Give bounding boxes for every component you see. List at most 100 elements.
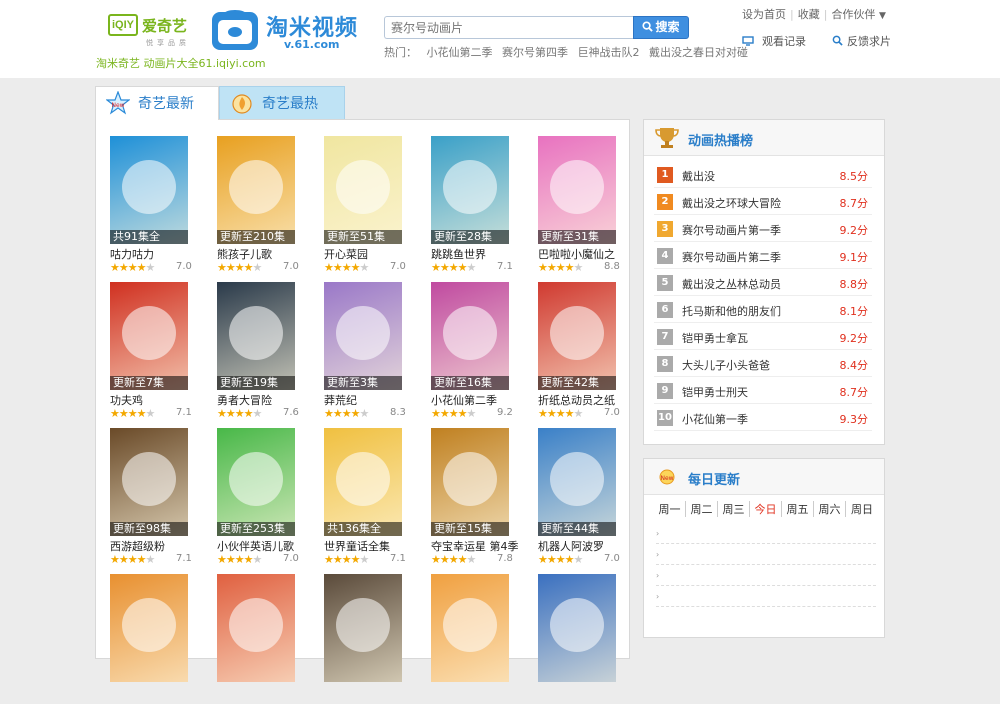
feedback-link[interactable]: 反馈求片: [832, 33, 891, 49]
video-card[interactable]: 更新至15集 夺宝幸运星 第4季 ★★★★★ 7.8: [417, 412, 519, 566]
ranking-row[interactable]: 3 赛尔号动画片第一季 9.2分: [654, 216, 872, 242]
video-card[interactable]: [203, 558, 295, 704]
watch-history-link[interactable]: 观看记录: [742, 33, 806, 49]
weekday-tab[interactable]: 今日: [750, 501, 782, 517]
video-card[interactable]: 更新至42集 折纸总动员之纸 ★★★★★ 7.0: [524, 266, 620, 420]
video-poster[interactable]: [431, 574, 509, 682]
video-title[interactable]: 熊孩子儿歌: [217, 246, 317, 262]
weekday-tab[interactable]: 周三: [718, 501, 750, 517]
video-card[interactable]: 更新至7集 功夫鸡 ★★★★★ 7.1: [96, 266, 192, 420]
video-title[interactable]: 夺宝幸运星 第4季: [431, 538, 531, 554]
video-card[interactable]: 共91集全 咕力咕力 ★★★★★ 7.0: [96, 120, 192, 274]
taomi-logo[interactable]: 淘米视频 v.61.com: [212, 8, 372, 52]
weekday-tab[interactable]: 周六: [814, 501, 846, 517]
video-poster[interactable]: 更新至28集: [431, 136, 509, 244]
site-tagline[interactable]: 淘米奇艺 动画片大全61.iqiyi.com: [96, 55, 266, 71]
ranking-row[interactable]: 1 戴出没 8.5分: [654, 162, 872, 188]
video-title[interactable]: 跳跳鱼世界: [431, 246, 531, 262]
search-input[interactable]: [384, 16, 634, 39]
video-poster[interactable]: [217, 574, 295, 682]
video-card[interactable]: 更新至210集 熊孩子儿歌 ★★★★★ 7.0: [203, 120, 299, 274]
video-title[interactable]: 世界童话全集: [324, 538, 424, 554]
video-card[interactable]: 更新至16集 小花仙第二季 ★★★★★ 9.2: [417, 266, 513, 420]
video-title[interactable]: 勇者大冒险: [217, 392, 317, 408]
video-card[interactable]: [524, 558, 616, 704]
video-poster[interactable]: 更新至19集: [217, 282, 295, 390]
video-title[interactable]: 功夫鸡: [110, 392, 210, 408]
rank-title[interactable]: 大头儿子小头爸爸: [682, 357, 770, 373]
rank-title[interactable]: 戴出没之环球大冒险: [682, 195, 781, 211]
rank-title[interactable]: 托马斯和他的朋友们: [682, 303, 781, 319]
video-title[interactable]: 小伙伴英语儿歌: [217, 538, 317, 554]
tab-hottest[interactable]: 奇艺最热: [219, 86, 345, 120]
hot-link[interactable]: 巨神战击队2: [578, 46, 640, 59]
tab-latest[interactable]: New 奇艺最新: [95, 86, 219, 120]
video-title[interactable]: 巴啦啦小魔仙之: [538, 246, 638, 262]
video-card[interactable]: [310, 558, 402, 704]
video-title[interactable]: 西游超级粉: [110, 538, 210, 554]
video-poster[interactable]: 更新至44集: [538, 428, 616, 536]
video-card[interactable]: 更新至253集 小伙伴英语儿歌 ★★★★★ 7.0: [203, 412, 299, 566]
video-card[interactable]: [417, 558, 509, 704]
rank-title[interactable]: 铠甲勇士刑天: [682, 384, 748, 400]
hot-link[interactable]: 赛尔号第四季: [502, 46, 568, 59]
video-card[interactable]: 更新至51集 开心菜园 ★★★★★ 7.0: [310, 120, 406, 274]
video-title[interactable]: 折纸总动员之纸: [538, 392, 638, 408]
ranking-row[interactable]: 4 赛尔号动画片第二季 9.1分: [654, 243, 872, 269]
ranking-row[interactable]: 5 戴出没之丛林总动员 8.8分: [654, 270, 872, 296]
rank-title[interactable]: 戴出没之丛林总动员: [682, 276, 781, 292]
video-title[interactable]: 咕力咕力: [110, 246, 210, 262]
video-card[interactable]: 共136集全 世界童话全集 ★★★★★ 7.1: [310, 412, 406, 566]
rank-title[interactable]: 赛尔号动画片第二季: [682, 249, 781, 265]
daily-list-item[interactable]: ›: [656, 523, 876, 544]
ranking-row[interactable]: 7 铠甲勇士拿瓦 9.2分: [654, 324, 872, 350]
video-poster[interactable]: [110, 574, 188, 682]
video-poster[interactable]: 共91集全: [110, 136, 188, 244]
video-card[interactable]: 更新至98集 西游超级粉 ★★★★★ 7.1: [96, 412, 192, 566]
video-title[interactable]: 机器人阿波罗: [538, 538, 638, 554]
weekday-tab[interactable]: 周二: [686, 501, 718, 517]
video-card[interactable]: 更新至19集 勇者大冒险 ★★★★★ 7.6: [203, 266, 299, 420]
video-title[interactable]: 莽荒纪: [324, 392, 424, 408]
video-poster[interactable]: 更新至3集: [324, 282, 402, 390]
video-card[interactable]: [96, 558, 188, 704]
weekday-tab[interactable]: 周一: [654, 501, 686, 517]
partners-link[interactable]: 合作伙伴 ▼: [831, 8, 885, 21]
rank-title[interactable]: 戴出没: [682, 168, 715, 184]
video-poster[interactable]: 更新至210集: [217, 136, 295, 244]
ranking-row[interactable]: 9 铠甲勇士刑天 8.7分: [654, 378, 872, 404]
video-poster[interactable]: 更新至253集: [217, 428, 295, 536]
video-poster[interactable]: 更新至15集: [431, 428, 509, 536]
rank-title[interactable]: 小花仙第一季: [682, 411, 748, 427]
weekday-tab[interactable]: 周日: [846, 501, 878, 517]
set-homepage-link[interactable]: 设为首页: [742, 8, 786, 21]
ranking-row[interactable]: 8 大头儿子小头爸爸 8.4分: [654, 351, 872, 377]
rank-title[interactable]: 铠甲勇士拿瓦: [682, 330, 748, 346]
video-poster[interactable]: 更新至98集: [110, 428, 188, 536]
video-card[interactable]: 更新至28集 跳跳鱼世界 ★★★★★ 7.1: [417, 120, 513, 274]
video-poster[interactable]: 更新至7集: [110, 282, 188, 390]
video-title[interactable]: 小花仙第二季: [431, 392, 531, 408]
search-button[interactable]: 搜索: [633, 16, 689, 39]
video-card[interactable]: 更新至31集 巴啦啦小魔仙之 ★★★★★ 8.8: [524, 120, 620, 274]
rank-title[interactable]: 赛尔号动画片第一季: [682, 222, 781, 238]
video-card[interactable]: 更新至3集 莽荒纪 ★★★★★ 8.3: [310, 266, 406, 420]
video-poster[interactable]: 更新至16集: [431, 282, 509, 390]
video-poster[interactable]: 更新至42集: [538, 282, 616, 390]
ranking-row[interactable]: 10 小花仙第一季 9.3分: [654, 405, 872, 431]
hot-link[interactable]: 小花仙第二季: [427, 46, 493, 59]
ranking-row[interactable]: 6 托马斯和他的朋友们 8.1分: [654, 297, 872, 323]
video-poster[interactable]: 更新至51集: [324, 136, 402, 244]
daily-list-item[interactable]: ›: [656, 565, 876, 586]
video-title[interactable]: 开心菜园: [324, 246, 424, 262]
ranking-row[interactable]: 2 戴出没之环球大冒险 8.7分: [654, 189, 872, 215]
video-poster[interactable]: 共136集全: [324, 428, 402, 536]
daily-list-item[interactable]: ›: [656, 586, 876, 607]
iqiyi-logo[interactable]: iQIY 爱奇艺 悦享品质: [108, 12, 193, 48]
video-card[interactable]: 更新至44集 机器人阿波罗 ★★★★★ 7.0: [524, 412, 620, 566]
video-poster[interactable]: [538, 574, 616, 682]
video-poster[interactable]: [324, 574, 402, 682]
daily-list-item[interactable]: ›: [656, 544, 876, 565]
video-poster[interactable]: 更新至31集: [538, 136, 616, 244]
weekday-tab[interactable]: 周五: [782, 501, 814, 517]
